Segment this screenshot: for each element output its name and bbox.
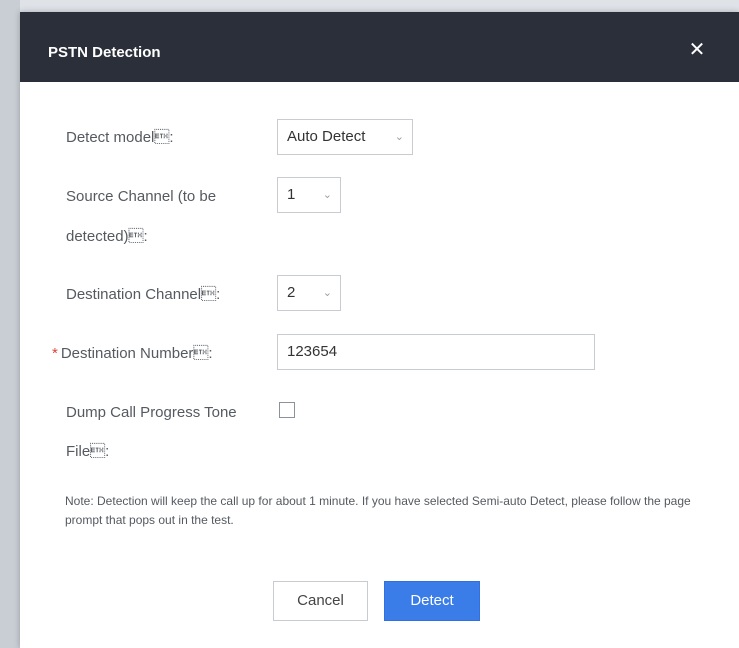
dialog-header: PSTN Detection ✕	[20, 12, 739, 82]
source-channel-label-line1: Source Channel (to be	[66, 188, 217, 205]
source-channel-value: 1	[287, 186, 296, 203]
detect-model-select[interactable]: Auto Detect ⌄	[277, 119, 413, 155]
detect-model-label: Detect model:	[66, 128, 174, 148]
destination-number-value: 123654	[287, 343, 338, 360]
close-icon[interactable]: ✕	[685, 38, 709, 62]
dialog-title: PSTN Detection	[48, 44, 161, 61]
detect-model-label-text: Detect model:	[66, 129, 174, 146]
dump-call-progress-label-line2: File:	[66, 443, 110, 460]
dump-call-progress-checkbox[interactable]	[279, 402, 295, 418]
chevron-down-icon: ⌄	[394, 131, 404, 143]
source-channel-select[interactable]: 1 ⌄	[277, 177, 341, 213]
required-mark: *	[52, 345, 58, 362]
chevron-down-icon: ⌄	[322, 287, 332, 299]
destination-number-label-text: Destination Number:	[60, 345, 213, 362]
pstn-detection-dialog: PSTN Detection ✕ Detect model: Auto Det…	[20, 12, 739, 648]
cancel-button[interactable]: Cancel	[273, 581, 368, 621]
destination-channel-select[interactable]: 2 ⌄	[277, 275, 341, 311]
destination-channel-value: 2	[287, 284, 296, 301]
source-channel-label-line2: detected):	[66, 228, 148, 245]
detection-note: Note: Detection will keep the call up fo…	[65, 494, 691, 527]
chevron-down-icon: ⌄	[322, 189, 332, 201]
background-sidebar	[0, 0, 20, 648]
destination-number-label: * Destination Number:	[52, 344, 213, 364]
detect-model-value: Auto Detect	[287, 128, 366, 145]
detect-button[interactable]: Detect	[384, 581, 480, 621]
dump-call-progress-label-line1: Dump Call Progress Tone	[66, 404, 237, 421]
destination-number-input[interactable]: 123654	[277, 334, 595, 370]
destination-channel-label: Destination Channel:	[66, 286, 221, 303]
